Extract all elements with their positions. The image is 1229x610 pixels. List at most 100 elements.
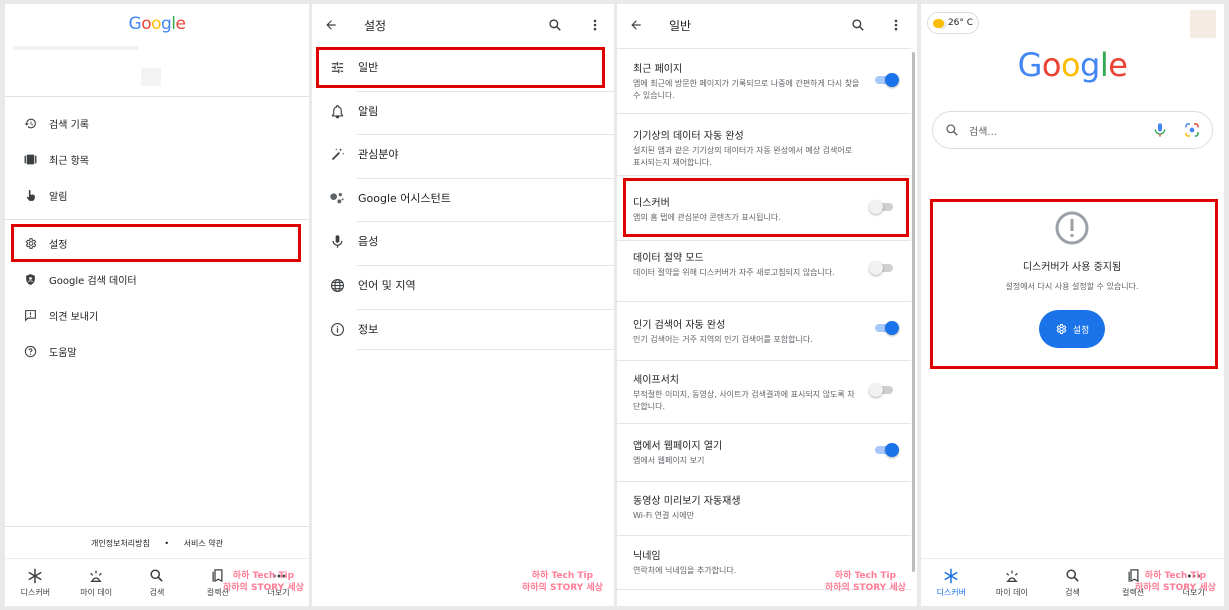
toggle-safesearch[interactable] xyxy=(869,383,893,397)
search-icon[interactable] xyxy=(851,17,865,36)
nav-label: 디스커버 xyxy=(936,587,967,597)
assistant-icon xyxy=(328,189,346,207)
setting-title: 동영상 미리보기 자동재생 xyxy=(633,496,741,507)
setting-discover[interactable]: 디스커버 앱의 홈 탭에 관심분야 콘텐츠가 표시됩니다. xyxy=(633,194,905,224)
settings-item-notifications[interactable]: 알림 xyxy=(328,92,608,130)
home-panel: 26° C Google 검색... 디스커버가 사용 중지됨 설정에서 다시 … xyxy=(921,4,1224,606)
setting-subtitle: 부적절한 이미지, 동영상, 사이트가 검색결과에 표시되지 않도록 차단합니다… xyxy=(633,390,855,411)
history-icon xyxy=(23,116,37,130)
search-icon[interactable] xyxy=(548,17,562,36)
drawer-item-help[interactable]: 도움말 xyxy=(23,340,293,362)
more-vert-icon[interactable] xyxy=(588,17,602,36)
drawer-item-history[interactable]: 검색 기록 xyxy=(23,112,293,134)
nav-label: 검색 xyxy=(149,587,165,597)
settings-item-voice[interactable]: 음성 xyxy=(328,222,608,260)
drawer-item-label: 검색 기록 xyxy=(49,119,89,131)
setting-on-device-autocomplete[interactable]: 기기상의 데이터 자동 완성 설치된 앱과 같은 기기상의 데이터가 자동 완성… xyxy=(633,127,905,169)
gear-icon xyxy=(1055,323,1067,335)
info-icon xyxy=(328,320,346,338)
toggle-data-saver[interactable] xyxy=(869,261,893,275)
page-title: 일반 xyxy=(669,19,692,33)
settings-item-label: 정보 xyxy=(358,323,379,336)
setting-recent-pages[interactable]: 최근 페이지 앱에 최근에 방문한 페이지가 기록되므로 나중에 간편하게 다시… xyxy=(633,60,905,102)
partly-cloudy-icon xyxy=(932,18,944,28)
setting-title: 닉네임 xyxy=(633,551,661,562)
divider xyxy=(617,48,911,49)
settings-item-language[interactable]: 언어 및 지역 xyxy=(328,266,608,304)
settings-item-assistant[interactable]: Google 어시스턴트 xyxy=(328,179,608,217)
setting-subtitle: 앱의 홈 탭에 관심분야 콘텐츠가 표시됩니다. xyxy=(633,213,781,222)
setting-data-saver[interactable]: 데이터 절약 모드 데이터 절약을 위해 디스커버가 자주 새로고침되지 않습니… xyxy=(633,249,905,279)
drawer-item-search-data[interactable]: Google 검색 데이터 xyxy=(23,268,293,290)
page-title: 설정 xyxy=(364,19,387,33)
setting-open-web-in-app[interactable]: 앱에서 웹페이지 열기 앱에서 웹페이지 보기 xyxy=(633,437,905,467)
privacy-link[interactable]: 개인정보처리방침 xyxy=(91,539,150,548)
google-logo: Google xyxy=(1017,46,1128,84)
settings-item-general[interactable]: 일반 xyxy=(328,48,608,86)
setting-subtitle: 인기 검색어는 거주 지역의 인기 검색어를 포함합니다. xyxy=(633,335,813,344)
general-settings-panel: 일반 최근 페이지 앱에 최근에 방문한 페이지가 기록되므로 나중에 간편하게… xyxy=(617,4,917,606)
avatar[interactable] xyxy=(1190,10,1216,38)
setting-subtitle: 앱에 최근에 방문한 페이지가 기록되므로 나중에 간편하게 다시 찾을 수 있… xyxy=(633,79,860,100)
back-arrow-icon[interactable] xyxy=(629,17,643,36)
settings-item-label: Google 어시스턴트 xyxy=(358,192,451,205)
toggle-trending-autocomplete[interactable] xyxy=(875,321,899,335)
settings-item-label: 일반 xyxy=(358,61,379,74)
nav-discover[interactable]: 디스커버 xyxy=(10,568,60,598)
weather-chip[interactable]: 26° C xyxy=(927,12,979,34)
drawer-item-settings[interactable]: 설정 xyxy=(23,232,293,254)
toggle-open-web-in-app[interactable] xyxy=(875,443,899,457)
watermark: 하하 Tech Tip 하하의 STORY 세상 xyxy=(1135,571,1216,593)
toggle-discover[interactable] xyxy=(869,200,893,214)
notifications-icon xyxy=(23,188,37,202)
settings-item-label: 언어 및 지역 xyxy=(358,279,416,292)
setting-title: 디스커버 xyxy=(633,198,670,209)
divider xyxy=(357,91,614,92)
toggle-recent-pages[interactable] xyxy=(875,73,899,87)
divider xyxy=(617,535,911,536)
nav-search[interactable]: 검색 xyxy=(132,568,182,598)
settings-item-info[interactable]: 정보 xyxy=(328,310,608,348)
search-icon xyxy=(1065,568,1080,584)
settings-button[interactable]: 설정 xyxy=(1039,310,1105,348)
back-arrow-icon[interactable] xyxy=(324,17,338,36)
more-vert-icon[interactable] xyxy=(889,17,903,36)
warning-icon xyxy=(1054,210,1090,246)
divider xyxy=(5,96,309,97)
account-area-blurred[interactable] xyxy=(13,46,161,90)
setting-title: 앱에서 웹페이지 열기 xyxy=(633,441,723,452)
search-icon xyxy=(149,568,164,584)
disabled-subtitle: 설정에서 다시 사용 설정할 수 있습니다. xyxy=(1005,282,1139,291)
recent-items-icon xyxy=(23,152,37,166)
nav-search[interactable]: 검색 xyxy=(1047,568,1097,598)
setting-safesearch[interactable]: 세이프서치 부적절한 이미지, 동영상, 사이트가 검색결과에 표시되지 않도록… xyxy=(633,371,905,413)
drawer-item-label: 설정 xyxy=(49,239,68,251)
drawer-item-feedback[interactable]: 의견 보내기 xyxy=(23,304,293,326)
divider xyxy=(617,360,911,361)
settings-item-interests[interactable]: 관심분야 xyxy=(328,135,608,173)
scrollbar[interactable] xyxy=(912,52,915,572)
drawer-item-recent[interactable]: 최근 항목 xyxy=(23,148,293,170)
setting-title: 최근 페이지 xyxy=(633,64,683,75)
search-bar[interactable]: 검색... xyxy=(932,111,1213,149)
asterisk-icon xyxy=(27,568,43,584)
setting-video-autoplay[interactable]: 동영상 미리보기 자동재생 Wi-Fi 연결 시에만 xyxy=(633,492,905,522)
terms-link[interactable]: 서비스 약관 xyxy=(184,539,223,548)
watermark: 하하 Tech Tip 하하의 STORY 세상 xyxy=(522,571,603,593)
nav-discover[interactable]: 디스커버 xyxy=(926,568,976,598)
divider xyxy=(617,481,911,482)
settings-panel: 설정 일반 알림 관심분야 Google 어시스턴트 음성 언어 및 지역 정보… xyxy=(312,4,614,606)
mic-icon[interactable] xyxy=(1152,122,1168,141)
setting-trending-autocomplete[interactable]: 인기 검색어 자동 완성 인기 검색어는 거주 지역의 인기 검색어를 포함합니… xyxy=(633,316,905,346)
lens-camera-icon[interactable] xyxy=(1184,122,1200,141)
divider xyxy=(357,265,614,266)
settings-item-label: 관심분야 xyxy=(358,148,399,161)
nav-my-day[interactable]: 마이 데이 xyxy=(71,568,121,598)
help-icon xyxy=(23,344,37,358)
watermark: 하하 Tech Tip 하하의 STORY 세상 xyxy=(223,571,304,593)
divider xyxy=(5,219,309,220)
drawer-item-notifications[interactable]: 알림 xyxy=(23,184,293,206)
discover-disabled-card: 디스커버가 사용 중지됨 설정에서 다시 사용 설정할 수 있습니다. 설정 xyxy=(937,204,1207,348)
nav-my-day[interactable]: 마이 데이 xyxy=(987,568,1037,598)
setting-subtitle: Wi-Fi 연결 시에만 xyxy=(633,511,694,520)
